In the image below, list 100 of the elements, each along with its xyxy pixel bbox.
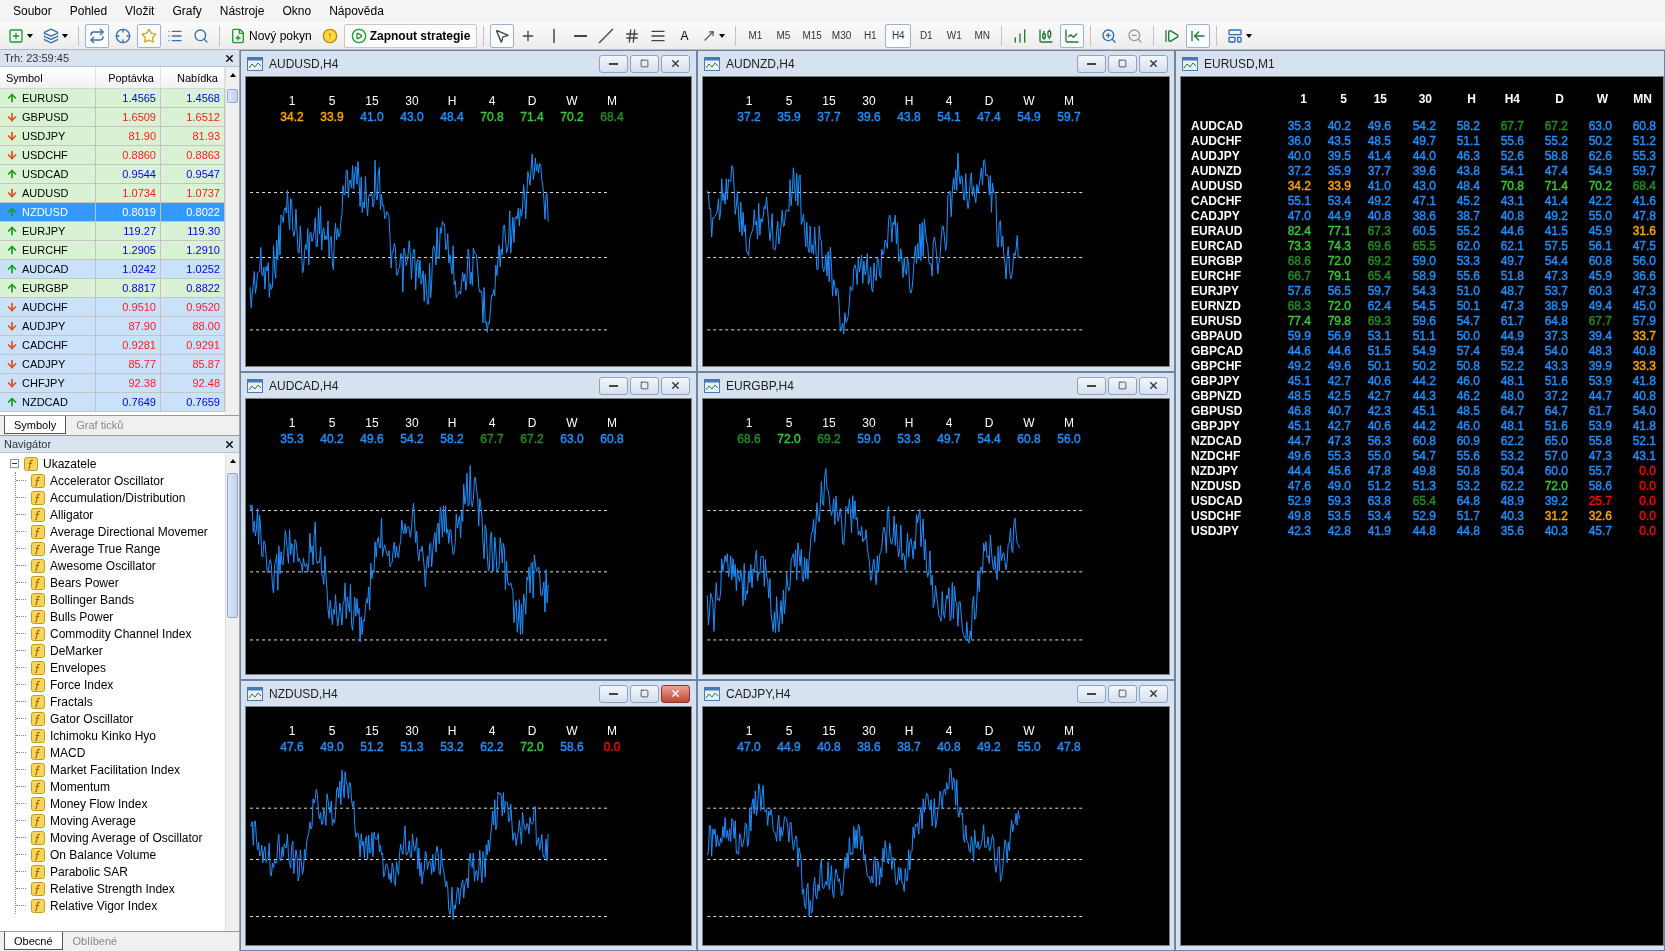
indicator-item[interactable]: Fractals bbox=[50, 694, 93, 709]
menu-item[interactable]: Okno bbox=[273, 2, 321, 20]
quote-row[interactable]: USDCHF 0.8860 0.8863 bbox=[0, 146, 225, 165]
indicator-item[interactable]: DeMarker bbox=[50, 643, 103, 658]
period-button[interactable]: MN bbox=[969, 23, 996, 48]
period-button[interactable]: M15 bbox=[798, 23, 826, 48]
indicator-value: 49.6 bbox=[1286, 449, 1311, 464]
panel-tab[interactable]: Obecné bbox=[4, 932, 63, 950]
indicator-item[interactable]: MACD bbox=[50, 745, 86, 760]
indicator-item[interactable]: Bollinger Bands bbox=[50, 592, 135, 607]
indicator-item[interactable]: Parabolic SAR bbox=[50, 864, 129, 879]
indicator-item[interactable]: Alligator bbox=[50, 507, 94, 522]
scrollbar[interactable] bbox=[225, 453, 239, 931]
indicator-item[interactable]: Ichimoku Kinko Hyo bbox=[50, 728, 157, 743]
panel-tab[interactable]: Symboly bbox=[4, 416, 67, 434]
minimize-button[interactable] bbox=[599, 54, 628, 73]
indicator-item[interactable]: Money Flow Index bbox=[50, 796, 148, 811]
close-button[interactable] bbox=[1139, 684, 1168, 703]
scrollbar[interactable] bbox=[225, 67, 239, 415]
column-header[interactable]: Symbol bbox=[0, 67, 96, 88]
minimize-button[interactable] bbox=[1077, 54, 1106, 73]
indicator-item[interactable]: Momentum bbox=[50, 779, 111, 794]
indicator-item[interactable]: Commodity Channel Index bbox=[50, 626, 192, 641]
scroll-thumb[interactable] bbox=[227, 473, 238, 618]
close-icon[interactable] bbox=[224, 52, 235, 64]
quote-row[interactable]: EURCHF 1.2905 1.2910 bbox=[0, 241, 225, 260]
close-button[interactable] bbox=[661, 376, 690, 395]
quote-row[interactable]: EURGBP 0.8817 0.8822 bbox=[0, 279, 225, 298]
close-icon bbox=[670, 688, 681, 699]
column-header[interactable]: Poptávka bbox=[96, 67, 161, 88]
minimize-button[interactable] bbox=[1077, 376, 1106, 395]
minimize-button[interactable] bbox=[599, 376, 628, 395]
timeframe-label: H bbox=[1466, 91, 1477, 107]
close-button[interactable] bbox=[661, 54, 690, 73]
quote-row[interactable]: GBPUSD 1.6509 1.6512 bbox=[0, 108, 225, 127]
toolbar-button[interactable] bbox=[85, 23, 109, 48]
menu-item[interactable]: Nápověda bbox=[320, 2, 393, 20]
collapse-icon[interactable] bbox=[10, 459, 19, 468]
close-button[interactable] bbox=[1139, 54, 1168, 73]
menu-item[interactable]: Pohled bbox=[60, 2, 117, 20]
trend-line-icon bbox=[598, 27, 615, 44]
indicator-item[interactable]: Bears Power bbox=[50, 575, 119, 590]
scroll-mode-button[interactable] bbox=[1186, 23, 1211, 48]
menu-item[interactable]: Soubor bbox=[4, 2, 61, 20]
indicator-item[interactable]: Moving Average bbox=[50, 813, 136, 828]
quote-row[interactable]: AUDCAD 1.0242 1.0252 bbox=[0, 260, 225, 279]
indicator-item[interactable]: Bulls Power bbox=[50, 609, 114, 624]
menu-item[interactable]: Nástroje bbox=[210, 2, 274, 20]
indicator-item[interactable]: Average True Range bbox=[50, 541, 161, 556]
indicator-item[interactable]: Accumulation/Distribution bbox=[50, 490, 186, 505]
tool-button[interactable] bbox=[490, 23, 515, 48]
indicator-item[interactable]: Market Facilitation Index bbox=[50, 762, 181, 777]
bid-price: 0.9544 bbox=[96, 165, 161, 183]
quote-row[interactable]: EURJPY 119.27 119.30 bbox=[0, 222, 225, 241]
menu-item[interactable]: Grafy bbox=[163, 2, 211, 20]
period-button[interactable]: M5 bbox=[770, 23, 797, 48]
quote-row[interactable]: CADJPY 85.77 85.87 bbox=[0, 355, 225, 374]
quote-row[interactable]: NZDCAD 0.7649 0.7659 bbox=[0, 393, 225, 412]
close-icon[interactable] bbox=[224, 438, 235, 450]
indicator-item[interactable]: Relative Vigor Index bbox=[50, 898, 158, 913]
close-button[interactable] bbox=[661, 684, 690, 703]
indicator-item[interactable]: Accelerator Oscillator bbox=[50, 473, 165, 488]
strategy-button[interactable]: Zapnout strategie bbox=[343, 23, 478, 48]
indicator-value: 44.3 bbox=[1411, 389, 1436, 404]
indicator-item[interactable]: On Balance Volume bbox=[50, 847, 157, 862]
period-button[interactable]: H4 bbox=[885, 23, 912, 48]
indicator-value: 35.3 bbox=[1286, 119, 1311, 134]
indicator-value: 52.1 bbox=[1631, 434, 1656, 449]
indicator-item[interactable]: Gator Oscillator bbox=[50, 711, 134, 726]
indicator-item[interactable]: Moving Average of Oscillator bbox=[50, 830, 203, 845]
quote-row[interactable]: USDJPY 81.90 81.93 bbox=[0, 127, 225, 146]
quote-row[interactable]: AUDJPY 87.90 88.00 bbox=[0, 317, 225, 336]
chart-type-button[interactable] bbox=[1060, 23, 1085, 48]
quote-row[interactable]: AUDCHF 0.9510 0.9520 bbox=[0, 298, 225, 317]
period-button[interactable]: M1 bbox=[742, 23, 769, 48]
indicator-item[interactable]: Average Directional Movemer bbox=[50, 524, 208, 539]
indicator-value: 49.6 bbox=[1326, 359, 1351, 374]
new-order-button[interactable]: Nový pokyn bbox=[226, 23, 316, 48]
menu-item[interactable]: Vložit bbox=[116, 2, 164, 20]
period-button[interactable]: H1 bbox=[857, 23, 884, 48]
indicator-item[interactable]: Envelopes bbox=[50, 660, 107, 675]
scroll-thumb[interactable] bbox=[227, 89, 238, 103]
quote-row[interactable]: AUDUSD 1.0734 1.0737 bbox=[0, 184, 225, 203]
quote-row[interactable]: USDCAD 0.9544 0.9547 bbox=[0, 165, 225, 184]
tree-item[interactable]: Ukazatele bbox=[10, 455, 225, 472]
quote-row[interactable]: CHFJPY 92.38 92.48 bbox=[0, 374, 225, 393]
period-button[interactable]: M30 bbox=[827, 23, 856, 48]
quote-row[interactable]: EURUSD 1.4565 1.4568 bbox=[0, 89, 225, 108]
close-button[interactable] bbox=[1139, 376, 1168, 395]
minimize-button[interactable] bbox=[599, 684, 628, 703]
minimize-button[interactable] bbox=[1077, 684, 1106, 703]
indicator-value: 0.0 bbox=[1638, 509, 1656, 524]
indicator-item[interactable]: Awesome Oscillator bbox=[50, 558, 156, 573]
text-tool-button[interactable]: A bbox=[672, 23, 697, 48]
indicator-item[interactable]: Force Index bbox=[50, 677, 114, 692]
quote-row[interactable]: CADCHF 0.9281 0.9291 bbox=[0, 336, 225, 355]
indicator-item[interactable]: Relative Strength Index bbox=[50, 881, 175, 896]
indicator-value: 38.6 bbox=[856, 739, 882, 755]
period-button[interactable]: D1 bbox=[913, 23, 940, 48]
period-button[interactable]: W1 bbox=[941, 23, 968, 48]
